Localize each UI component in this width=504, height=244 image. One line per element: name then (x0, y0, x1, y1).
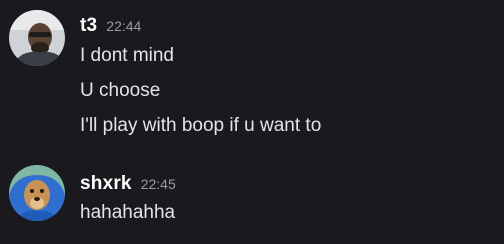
message-header: shxrk 22:45 (80, 173, 176, 195)
message-header: t3 22:44 (80, 15, 141, 37)
timestamp[interactable]: 22:44 (106, 18, 141, 34)
message-text: U choose (80, 80, 161, 101)
username[interactable]: shxrk (80, 173, 132, 195)
message-text: I dont mind (80, 45, 174, 66)
avatar[interactable] (9, 10, 65, 66)
user-avatar-dog (9, 165, 65, 221)
timestamp[interactable]: 22:45 (141, 176, 176, 192)
username[interactable]: t3 (80, 15, 97, 37)
chat-log: t3 22:44 I dont mind U choose I'll play … (0, 0, 504, 244)
message-text: I'll play with boop if u want to (80, 115, 322, 136)
message-text: hahahahha (80, 202, 176, 223)
avatar[interactable] (9, 165, 65, 221)
user-avatar-photo (9, 10, 65, 66)
